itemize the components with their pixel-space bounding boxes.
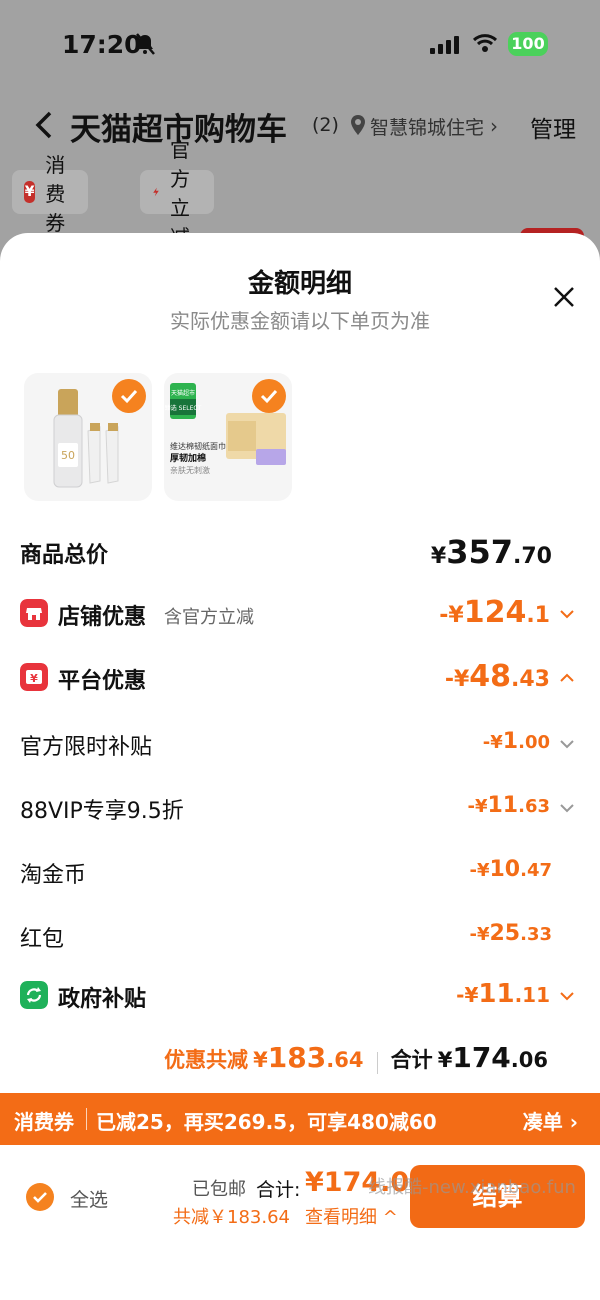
location-pin-icon [351, 115, 365, 135]
official-subsidy-amount: -¥1.00 [482, 729, 550, 754]
chevron-up-icon [560, 673, 574, 682]
platform-coupon-icon: ¥ [20, 663, 48, 691]
amount-detail-sheet: 金额明细 实际优惠金额请以下单页为准 50 天猫超市 臻选 SELECT 维达棉… [0, 233, 600, 1093]
coupon-strip[interactable]: 消费券 已减25，再买269.5，可享480减60 凑单 › [0, 1093, 600, 1145]
official-subsidy-label: 官方限时补贴 [20, 735, 153, 760]
product-checked-badge[interactable] [252, 379, 286, 413]
product-thumbnail-tissue[interactable]: 天猫超市 臻选 SELECT 维达棉韧纸面巾 厚韧加棉 亲肤无刺激 [164, 373, 292, 501]
redpacket-amount: -¥25.33 [469, 921, 552, 946]
sheet-subtitle: 实际优惠金额请以下单页为准 [170, 309, 430, 333]
chip-official-discount[interactable]: 官方立减 [140, 138, 214, 249]
tissue-brand: 天猫超市 [171, 389, 195, 397]
nav-bar: 天猫超市购物车 (2) 智慧锦城住宅 › 管理 [0, 100, 600, 150]
coins-label: 淘金币 [20, 863, 87, 888]
checkmark-icon [33, 1192, 47, 1203]
add-items-link[interactable]: 凑单 › [523, 1106, 578, 1135]
chevron-down-icon [560, 992, 574, 1001]
view-details-link[interactable]: 查看明细 ^ [305, 1203, 398, 1229]
svg-text:¥: ¥ [30, 672, 38, 685]
close-icon[interactable] [552, 285, 576, 309]
bottom-saved: 共减￥183.64 [173, 1207, 290, 1228]
gov-subsidy-amount: -¥11.11 [456, 979, 550, 1009]
store-icon [20, 599, 48, 627]
store-discount-amount: -¥124.1 [439, 595, 550, 630]
tissue-tag: 臻选 SELECT [165, 404, 202, 412]
chip-coupon[interactable]: ¥ 消费券 [12, 153, 88, 235]
store-discount-label: 店铺优惠 [58, 605, 147, 630]
checkout-bar: 全选 已包邮 合计: ¥174.06 共减￥183.64 查看明细 ^ 结算 线… [0, 1145, 600, 1300]
gov-subsidy-label: 政府补贴 [58, 987, 147, 1012]
lightning-icon [153, 187, 159, 197]
strip-divider [86, 1108, 87, 1130]
gov-subsidy-icon [20, 981, 48, 1009]
battery-indicator: 100 [508, 32, 548, 56]
checkmark-icon [120, 389, 138, 404]
manage-button[interactable]: 管理 [530, 110, 576, 144]
spf-label: 50 [61, 449, 75, 462]
chevron-down-icon [560, 610, 574, 619]
status-time: 17:20 [62, 30, 142, 59]
store-discount-note: 含官方立减 [164, 607, 254, 628]
product-thumbnail-sunscreen[interactable]: 50 [24, 373, 152, 501]
chevron-right-icon: › [490, 114, 498, 138]
goods-total-label: 商品总价 [20, 543, 109, 568]
free-shipping-label: 已包邮 [192, 1179, 246, 1200]
tissue-line1: 维达棉韧纸面巾 [170, 441, 226, 451]
strip-coupon-text: 已减25，再买269.5，可享480减60 [96, 1110, 437, 1134]
bell-muted-icon [136, 33, 155, 55]
vip-label: 88VIP专享9.5折 [20, 799, 184, 824]
product-checked-badge[interactable] [112, 379, 146, 413]
coins-amount: -¥10.47 [469, 857, 552, 882]
signal-icon [430, 36, 462, 54]
back-icon[interactable] [30, 108, 60, 142]
status-bar: 17:20 100 [0, 26, 600, 66]
chip-coupon-label: 消费券 [45, 152, 66, 235]
platform-discount-label: 平台优惠 [58, 669, 147, 694]
bottom-total-label: 合计: [256, 1179, 301, 1201]
goods-total-amount: ¥357.70 [430, 533, 552, 571]
coupon-icon: ¥ [24, 181, 36, 203]
tissue-line2: 厚韧加棉 [170, 452, 206, 464]
platform-discount-amount: -¥48.43 [444, 659, 550, 694]
strip-coupon-label: 消费券 [14, 1110, 74, 1134]
select-all-checkbox[interactable] [26, 1183, 54, 1211]
saved-amount: ¥183.64 [253, 1041, 364, 1074]
total-amount: ¥174.06 [437, 1041, 548, 1074]
checkmark-icon [260, 389, 278, 404]
cart-count: (2) [312, 114, 339, 136]
select-all-label[interactable]: 全选 [70, 1185, 108, 1212]
watermark: 线报酷-new.xianbao.fun [368, 1177, 576, 1198]
chevron-down-icon [560, 804, 574, 813]
tissue-line3: 亲肤无刺激 [170, 465, 210, 475]
discount-summary: 优惠共减 ¥183.64 合计 ¥174.06 [164, 1041, 548, 1074]
chevron-down-icon [560, 740, 574, 749]
summary-divider [376, 1051, 378, 1074]
background-page: 17:20 100 天猫超市购物车 (2) 智慧锦城住宅 › 管理 ¥ 消费券 … [0, 0, 600, 260]
redpacket-label: 红包 [20, 927, 65, 952]
vip-amount: -¥11.63 [467, 793, 550, 818]
saved-label: 优惠共减 [164, 1048, 249, 1072]
wifi-icon [472, 34, 498, 52]
sheet-title: 金额明细 [247, 269, 352, 299]
total-label: 合计 [390, 1048, 433, 1072]
delivery-address[interactable]: 智慧锦城住宅 [370, 113, 484, 140]
